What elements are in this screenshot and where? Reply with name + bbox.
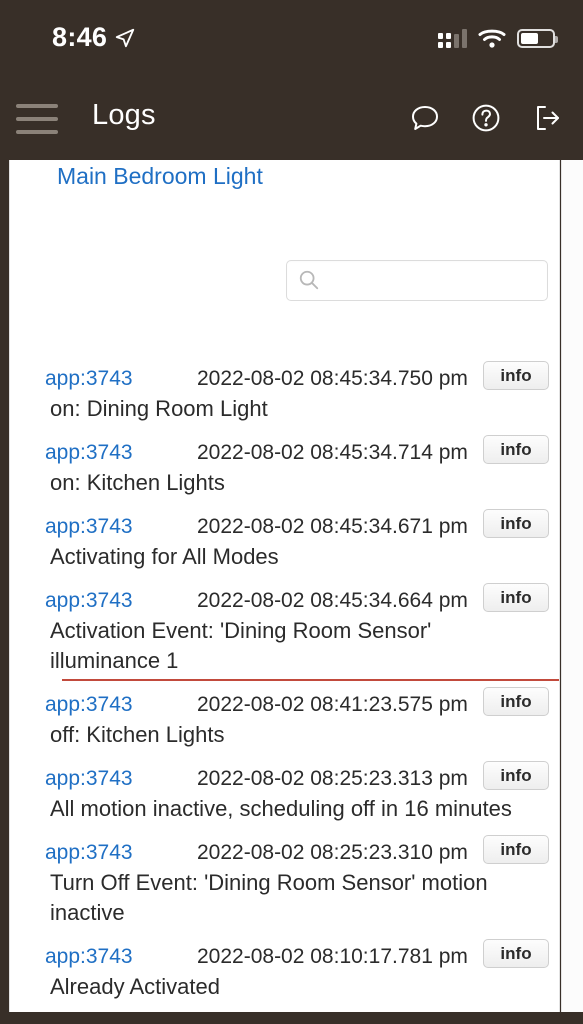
search-icon bbox=[299, 270, 319, 290]
search-input[interactable] bbox=[326, 261, 541, 299]
log-timestamp: 2022-08-02 08:45:34.671 pm bbox=[197, 515, 468, 538]
hamburger-menu-icon[interactable] bbox=[16, 104, 58, 134]
app-header: Logs bbox=[0, 78, 583, 160]
log-level-badge[interactable]: info bbox=[483, 509, 549, 538]
log-entry-list: app:3743 2022-08-02 08:45:34.750 pm info on… bbox=[10, 350, 559, 1012]
log-source-link[interactable]: app:3743 bbox=[45, 367, 133, 391]
log-entry: app:3743 2022-08-02 08:41:23.575 pm info of… bbox=[10, 676, 559, 750]
log-message: Activating for All Modes bbox=[50, 544, 279, 569]
log-source-link[interactable]: app:3743 bbox=[45, 589, 133, 613]
log-source-link[interactable]: app:3743 bbox=[45, 441, 133, 465]
log-message: off: Kitchen Lights bbox=[50, 722, 225, 747]
status-bar: 8:46 bbox=[0, 0, 583, 78]
log-level-badge[interactable]: info bbox=[483, 761, 549, 790]
app-root: 8:46 Logs Main Bedroom Light app:3743 20… bbox=[0, 0, 583, 1024]
status-bar-indicators bbox=[438, 26, 558, 50]
page-title: Logs bbox=[92, 99, 156, 131]
log-message: Turn Off Event: 'Dining Room Sensor' mot… bbox=[50, 870, 488, 925]
help-circle-icon[interactable] bbox=[470, 102, 502, 134]
log-entry: app:3743 2022-08-02 08:25:23.310 pm info Tu… bbox=[10, 824, 559, 928]
log-timestamp: 2022-08-02 08:10:17.781 pm bbox=[197, 945, 468, 968]
log-timestamp: 2022-08-02 08:41:23.575 pm bbox=[197, 693, 468, 716]
log-level-badge[interactable]: info bbox=[483, 939, 549, 968]
log-level-badge[interactable]: info bbox=[483, 835, 549, 864]
status-bar-clock: 8:46 bbox=[52, 22, 108, 52]
log-level-badge[interactable]: info bbox=[483, 583, 549, 612]
log-message: on: Kitchen Lights bbox=[50, 470, 225, 495]
search-field bbox=[286, 260, 548, 301]
log-entry: app:37432022-08-02 08:10:17.779 pminfoAc… bbox=[10, 1002, 559, 1012]
vertical-scrollbar[interactable] bbox=[561, 160, 583, 1012]
log-timestamp: 2022-08-02 08:25:23.313 pm bbox=[197, 767, 468, 790]
log-source-link[interactable]: app:3743 bbox=[45, 693, 133, 717]
log-level-badge[interactable]: info bbox=[483, 361, 549, 390]
log-timestamp: 2022-08-02 08:45:34.714 pm bbox=[197, 441, 468, 464]
wifi-icon bbox=[478, 29, 506, 48]
location-arrow-icon bbox=[115, 28, 135, 48]
log-entry: app:3743 2022-08-02 08:45:34.671 pm info Ac… bbox=[10, 498, 559, 572]
log-level-badge[interactable]: info bbox=[483, 687, 549, 716]
cellular-signal-icon bbox=[438, 28, 467, 48]
log-level-badge[interactable]: info bbox=[483, 435, 549, 464]
log-entry-meta: app:37432022-08-02 08:10:17.779 pminfo bbox=[10, 1002, 559, 1012]
log-panel: Main Bedroom Light app:3743 2022-08-02 08… bbox=[9, 160, 560, 1012]
log-entry: app:3743 2022-08-02 08:10:17.781 pm info Al… bbox=[10, 928, 559, 1002]
log-source-link[interactable]: app:3743 bbox=[45, 515, 133, 539]
log-message: Already Activated bbox=[50, 974, 220, 999]
log-timestamp: 2022-08-02 08:45:34.750 pm bbox=[197, 367, 468, 390]
chat-bubble-icon[interactable] bbox=[409, 102, 441, 134]
device-link[interactable]: Main Bedroom Light bbox=[57, 163, 263, 190]
log-message: Activation Event: 'Dining Room Sensor' i… bbox=[10, 616, 559, 681]
log-timestamp: 2022-08-02 08:25:23.310 pm bbox=[197, 841, 468, 864]
log-message: All motion inactive, scheduling off in 1… bbox=[50, 796, 512, 821]
log-entry: app:3743 2022-08-02 08:25:23.313 pm info Al… bbox=[10, 750, 559, 824]
log-source-link[interactable]: app:3743 bbox=[45, 945, 133, 969]
logout-icon[interactable] bbox=[531, 102, 563, 134]
log-source-link[interactable]: app:3743 bbox=[45, 841, 133, 865]
log-entry: app:3743 2022-08-02 08:45:34.664 pm info Ac… bbox=[10, 572, 559, 681]
log-source-link[interactable]: app:3743 bbox=[45, 767, 133, 791]
log-message: on: Dining Room Light bbox=[50, 396, 268, 421]
app-header-actions bbox=[409, 102, 563, 134]
log-timestamp: 2022-08-02 08:45:34.664 pm bbox=[197, 589, 468, 612]
battery-icon bbox=[517, 28, 558, 48]
bottom-bar bbox=[0, 1012, 583, 1024]
log-entry: app:3743 2022-08-02 08:45:34.750 pm info on… bbox=[10, 350, 559, 424]
log-entry: app:3743 2022-08-02 08:45:34.714 pm info on… bbox=[10, 424, 559, 498]
